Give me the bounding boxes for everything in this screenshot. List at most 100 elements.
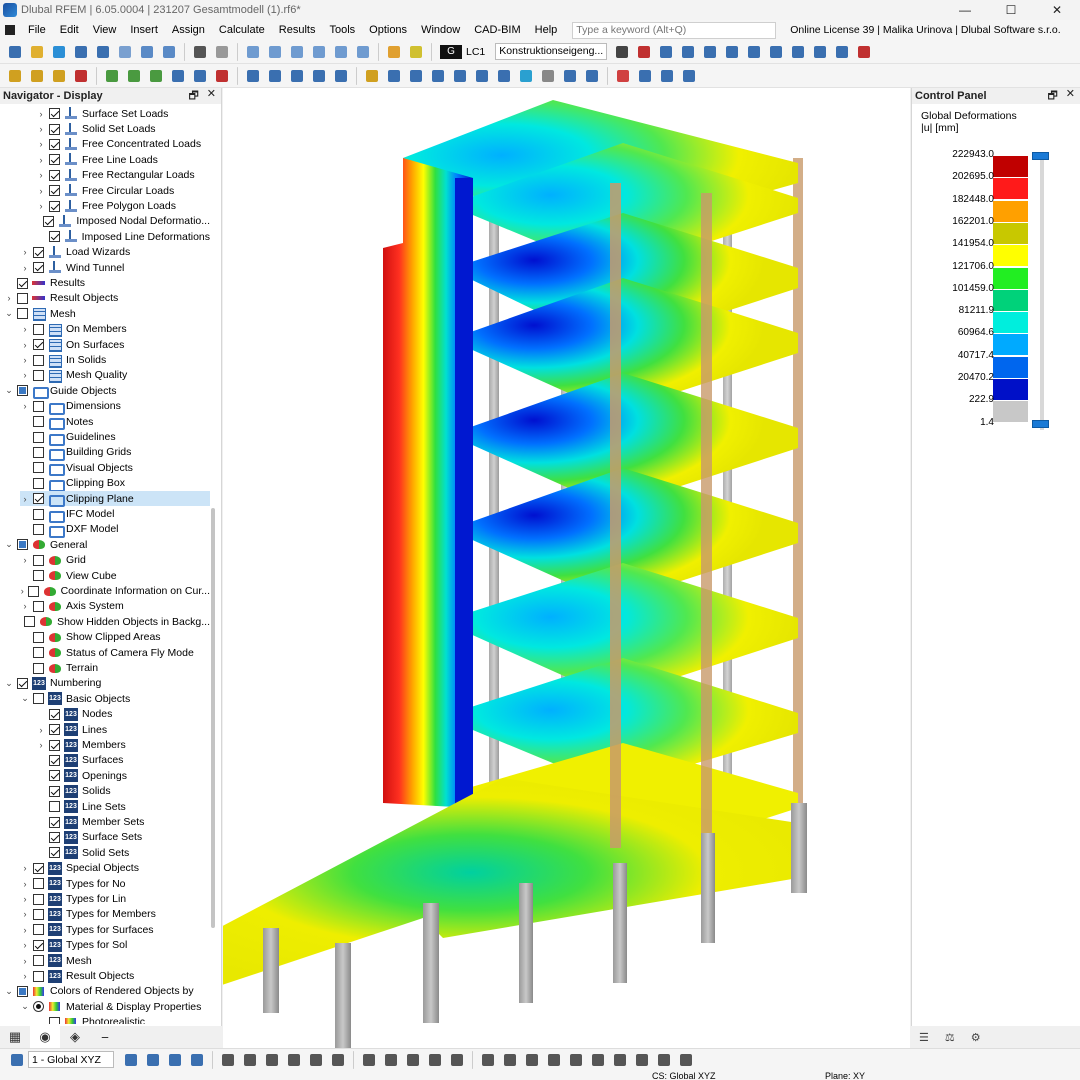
snap-mid-icon[interactable] — [285, 1051, 303, 1069]
tree-checkbox[interactable] — [17, 308, 28, 320]
tree-node[interactable]: Surfaces — [36, 753, 210, 768]
collapse-arrow-icon[interactable]: ⌄ — [4, 539, 14, 550]
tree-node[interactable]: › Lines — [36, 722, 210, 737]
tree-checkbox[interactable] — [17, 385, 28, 397]
open-file-icon[interactable] — [28, 43, 46, 61]
solid-render-icon[interactable] — [517, 67, 535, 85]
report-icon[interactable] — [138, 43, 156, 61]
menu-assign[interactable]: Assign — [165, 20, 212, 40]
collapse-arrow-icon[interactable]: ⌄ — [4, 678, 14, 688]
tree-node[interactable]: › Special Objects — [20, 861, 210, 876]
pin-icon[interactable]: 🗗 — [188, 87, 198, 106]
view-top-icon[interactable] — [166, 1051, 184, 1069]
tree-node[interactable]: › Free Rectangular Loads — [36, 168, 210, 183]
expand-arrow-icon[interactable]: › — [20, 324, 30, 334]
tree-node[interactable]: Nodes — [36, 707, 210, 722]
tree-node[interactable]: Notes — [20, 414, 210, 431]
layout-icon[interactable] — [244, 43, 262, 61]
menu-file[interactable]: File — [21, 20, 53, 40]
tree-checkbox[interactable] — [49, 185, 60, 197]
tree-checkbox[interactable] — [33, 893, 44, 905]
rotate-icon[interactable] — [288, 67, 306, 85]
tree-checkbox[interactable] — [33, 339, 44, 351]
workplane-xz-icon[interactable] — [545, 1051, 563, 1069]
isometric-icon[interactable] — [473, 67, 491, 85]
workplane-xy-icon[interactable] — [501, 1051, 519, 1069]
snap-line-icon[interactable] — [263, 1051, 281, 1069]
expand-arrow-icon[interactable]: › — [36, 740, 46, 750]
tree-checkbox[interactable] — [48, 231, 60, 243]
menu-view[interactable]: View — [86, 20, 124, 40]
tree-node[interactable]: ⌄ Material & Display Properties — [20, 999, 210, 1014]
snap-grid-icon[interactable] — [219, 1051, 237, 1069]
tree-checkbox[interactable] — [49, 801, 60, 813]
tree-checkbox[interactable] — [17, 985, 28, 997]
tree-checkbox[interactable] — [17, 277, 28, 289]
tree-node[interactable]: › Types for Surfaces — [20, 922, 210, 937]
coordinate-system-combo[interactable]: 1 - Global XYZ — [28, 1051, 114, 1068]
menu-edit[interactable]: Edit — [53, 20, 86, 40]
snap-object-icon[interactable] — [655, 1051, 673, 1069]
legend-max-handle[interactable] — [1032, 152, 1049, 160]
settings-tab-icon[interactable]: ⚙ — [971, 1031, 981, 1044]
snap-perp-icon[interactable] — [307, 1051, 325, 1069]
tree-node[interactable]: Openings — [36, 768, 210, 783]
tree-checkbox[interactable] — [33, 647, 44, 659]
tree-node[interactable]: Member Sets — [36, 814, 210, 829]
tree-checkbox[interactable] — [33, 477, 44, 489]
line-icon[interactable] — [28, 67, 46, 85]
tree-node[interactable]: Line Sets — [36, 799, 210, 814]
tree-checkbox[interactable] — [49, 724, 60, 736]
clipboard-icon[interactable] — [160, 43, 178, 61]
tree-checkbox[interactable] — [33, 939, 44, 951]
tree-node[interactable]: Clipping Box — [20, 476, 210, 492]
wireframe-icon[interactable] — [539, 67, 557, 85]
expand-arrow-icon[interactable]: › — [36, 170, 46, 180]
tree-node[interactable]: › Mesh — [20, 953, 210, 968]
chevron-down-icon[interactable] — [613, 43, 631, 61]
grid-snap-icon[interactable] — [658, 67, 676, 85]
tree-checkbox[interactable] — [49, 138, 60, 150]
tree-checkbox[interactable] — [33, 570, 44, 582]
expand-arrow-icon[interactable]: › — [20, 971, 30, 981]
axis-icon[interactable] — [8, 1051, 26, 1069]
tree-node[interactable]: Show Clipped Areas — [20, 630, 210, 645]
tree-checkbox[interactable] — [33, 662, 44, 674]
new-file-icon[interactable] — [6, 43, 24, 61]
tree-node[interactable]: Visual Objects — [20, 460, 210, 477]
expand-arrow-icon[interactable]: › — [20, 370, 30, 380]
tree-checkbox[interactable] — [49, 154, 60, 166]
expand-arrow-icon[interactable]: › — [20, 601, 30, 611]
tree-node[interactable]: Photorealistic — [36, 1015, 210, 1024]
save-as-icon[interactable] — [94, 43, 112, 61]
tree-checkbox[interactable] — [49, 123, 60, 135]
expand-arrow-icon[interactable]: › — [36, 725, 46, 735]
tree-node[interactable]: › Types for No — [20, 876, 210, 891]
note-icon[interactable] — [611, 1051, 629, 1069]
dimension-icon[interactable] — [363, 67, 381, 85]
expand-arrow-icon[interactable]: › — [36, 201, 46, 211]
app-menu-icon[interactable] — [5, 25, 15, 35]
release-icon[interactable] — [213, 67, 231, 85]
tree-node[interactable]: Results — [4, 275, 210, 290]
tree-checkbox[interactable] — [24, 616, 36, 628]
expand-arrow-icon[interactable]: › — [20, 263, 30, 273]
tree-checkbox[interactable] — [33, 369, 44, 381]
expand-arrow-icon[interactable]: › — [36, 155, 46, 165]
tree-checkbox[interactable] — [33, 631, 44, 643]
tree-node[interactable]: IFC Model — [20, 506, 210, 523]
mirror-icon[interactable] — [310, 67, 328, 85]
tree-checkbox[interactable] — [49, 169, 60, 181]
tree-checkbox[interactable] — [49, 847, 60, 859]
select-icon[interactable] — [244, 67, 262, 85]
line-grid-icon[interactable] — [633, 1051, 651, 1069]
tree-node[interactable]: › Types for Sol — [20, 938, 210, 953]
light-icon[interactable] — [561, 67, 579, 85]
calc-icon[interactable] — [354, 43, 372, 61]
opening-icon[interactable] — [125, 67, 143, 85]
loadcase-selector[interactable]: G LC1 Konstruktionseigeng... — [440, 43, 608, 61]
dim-icon[interactable] — [589, 1051, 607, 1069]
snap-icon[interactable] — [636, 67, 654, 85]
expand-arrow-icon[interactable]: › — [20, 894, 30, 904]
display-icon[interactable] — [583, 67, 601, 85]
